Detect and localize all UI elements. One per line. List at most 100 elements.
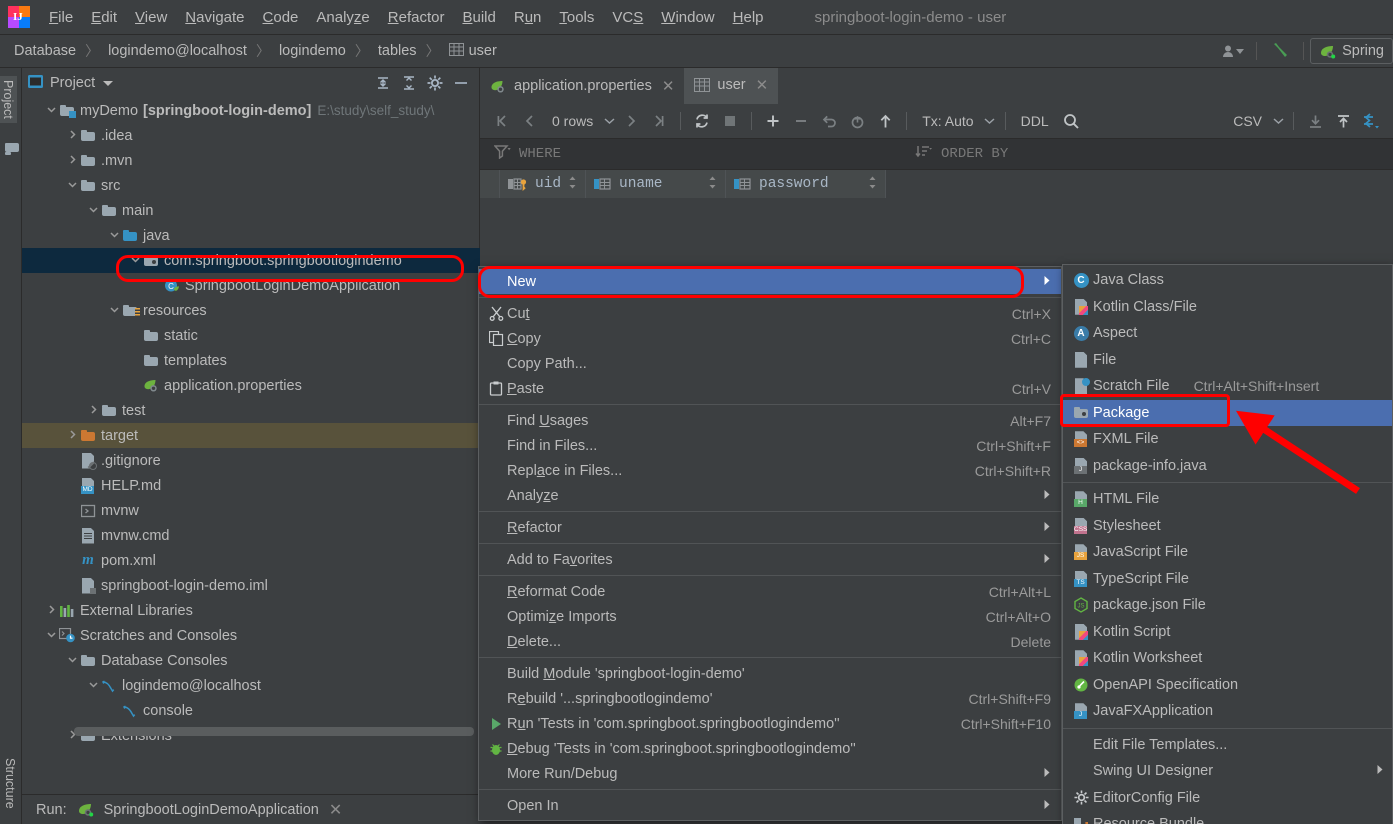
tx-chevron-down-icon[interactable] (982, 108, 998, 134)
revert-selected-icon[interactable] (843, 108, 871, 134)
new-menu-item-typescript-file[interactable]: TSTypeScript File (1063, 566, 1392, 593)
where-filter[interactable]: WHERE (480, 144, 561, 164)
chevron-down-icon[interactable] (86, 204, 100, 218)
new-menu-item-file[interactable]: File (1063, 347, 1392, 374)
row-count-chevron-down-icon[interactable] (601, 108, 617, 134)
tree-node-static[interactable]: static (22, 323, 480, 348)
context-menu-item-cut[interactable]: CutCtrl+X (479, 301, 1061, 326)
menu-code[interactable]: Code (254, 6, 308, 29)
tree-node-test[interactable]: test (22, 398, 480, 423)
tool-window-button-project[interactable]: Project (0, 76, 17, 123)
chevron-down-icon[interactable] (107, 229, 121, 243)
tree-node-logindemo-localhost[interactable]: logindemo@localhost (22, 673, 480, 698)
tree-node-springbootlogindemoapplication[interactable]: CSpringbootLoginDemoApplication (22, 273, 480, 298)
context-menu-item-optimize-imports[interactable]: Optimize ImportsCtrl+Alt+O (479, 604, 1061, 629)
chevron-down-icon[interactable] (103, 81, 113, 86)
new-menu-item-edit-file-templates[interactable]: Edit File Templates... (1063, 732, 1392, 759)
tree-node-application-properties[interactable]: application.properties (22, 373, 480, 398)
new-menu-item-openapi-specification[interactable]: OpenAPI Specification (1063, 672, 1392, 699)
editor-tab-user[interactable]: user✕ (684, 68, 778, 104)
column-sort-icon[interactable] (868, 176, 877, 193)
tree-node--idea[interactable]: .idea (22, 123, 480, 148)
menu-build[interactable]: Build (453, 6, 504, 29)
column-sort-icon[interactable] (568, 176, 577, 193)
settings-gear-icon[interactable] (423, 72, 447, 94)
chevron-right-icon[interactable] (86, 404, 100, 418)
stop-icon[interactable] (716, 108, 744, 134)
context-menu-item-add-to-favorites[interactable]: Add to Favorites (479, 547, 1061, 572)
add-row-icon[interactable] (759, 108, 787, 134)
context-menu-item-find-usages[interactable]: Find UsagesAlt+F7 (479, 408, 1061, 433)
refresh-icon[interactable] (688, 108, 716, 134)
context-menu-item-copy[interactable]: CopyCtrl+C (479, 326, 1061, 351)
menu-window[interactable]: Window (652, 6, 723, 29)
data-extractor-icon[interactable] (1357, 108, 1385, 134)
upload-icon[interactable] (1329, 108, 1357, 134)
new-menu-item-kotlin-script[interactable]: Kotlin Script (1063, 619, 1392, 646)
project-hscrollbar-thumb[interactable] (74, 727, 474, 736)
breadcrumb-tables[interactable]: tables (374, 42, 421, 60)
grid-column-uid[interactable]: uid (500, 170, 586, 198)
export-chevron-down-icon[interactable] (1270, 108, 1286, 134)
ddl-button[interactable]: DDL (1013, 108, 1057, 134)
menu-navigate[interactable]: Navigate (176, 6, 253, 29)
new-menu-item-scratch-file[interactable]: Scratch FileCtrl+Alt+Shift+Insert (1063, 373, 1392, 400)
breadcrumb-logindemo-localhost[interactable]: logindemo@localhost (104, 42, 251, 60)
chevron-right-icon[interactable] (65, 129, 79, 143)
new-menu-item-kotlin-class-file[interactable]: Kotlin Class/File (1063, 294, 1392, 321)
breadcrumb-logindemo[interactable]: logindemo (275, 42, 350, 60)
context-menu-item-find-in-files[interactable]: Find in Files...Ctrl+Shift+F (479, 433, 1061, 458)
menu-help[interactable]: Help (724, 6, 773, 29)
new-menu-item-editorconfig-file[interactable]: EditorConfig File (1063, 785, 1392, 812)
menu-refactor[interactable]: Refactor (379, 6, 454, 29)
new-menu-item-package-json-file[interactable]: JSpackage.json File (1063, 592, 1392, 619)
hammer-build-icon[interactable] (1263, 38, 1297, 64)
new-menu-item-java-class[interactable]: CJava Class (1063, 267, 1392, 294)
context-menu-item-debug-tests-in-com-springboot-springbootlogindemo[interactable]: Debug 'Tests in 'com.springboot.springbo… (479, 736, 1061, 761)
context-menu-item-more-run-debug[interactable]: More Run/Debug (479, 761, 1061, 786)
grid-column-password[interactable]: password (726, 170, 886, 198)
close-icon[interactable]: ✕ (756, 76, 769, 94)
transaction-mode-label[interactable]: Tx: Auto (914, 108, 981, 134)
tree-node-target[interactable]: target (22, 423, 480, 448)
new-submenu[interactable]: CJava ClassKotlin Class/FileAAspectFileS… (1062, 264, 1393, 824)
new-menu-item-fxml-file[interactable]: <>FXML File (1063, 426, 1392, 453)
prev-page-icon[interactable] (516, 108, 544, 134)
tool-window-button-structure[interactable]: Structure (3, 758, 17, 809)
last-page-icon[interactable] (645, 108, 673, 134)
context-menu-item-reformat-code[interactable]: Reformat CodeCtrl+Alt+L (479, 579, 1061, 604)
tree-node-main[interactable]: main (22, 198, 480, 223)
tree-node-templates[interactable]: templates (22, 348, 480, 373)
tree-node-resources[interactable]: resources (22, 298, 480, 323)
tree-node--gitignore[interactable]: .gitignore (22, 448, 480, 473)
context-menu[interactable]: NewCutCtrl+XCopyCtrl+CCopy Path...PasteC… (478, 266, 1062, 821)
chevron-down-icon[interactable] (65, 654, 79, 668)
context-menu-item-copy-path[interactable]: Copy Path... (479, 351, 1061, 376)
tree-node-mydemo[interactable]: myDemo[springboot-login-demo]E:\study\se… (22, 98, 480, 123)
menu-run[interactable]: Run (505, 6, 551, 29)
close-icon[interactable]: ✕ (329, 800, 342, 820)
context-menu-item-new[interactable]: New (479, 269, 1061, 294)
chevron-right-icon[interactable] (44, 604, 58, 618)
menu-vcs[interactable]: VCS (603, 6, 652, 29)
submit-icon[interactable] (871, 108, 899, 134)
spring-run-config-button[interactable]: Spring (1310, 38, 1393, 64)
new-menu-item-package-info-java[interactable]: Jpackage-info.java (1063, 453, 1392, 480)
context-menu-item-refactor[interactable]: Refactor (479, 515, 1061, 540)
row-count-label[interactable]: 0 rows (544, 108, 601, 134)
context-menu-item-run-tests-in-com-springboot-springbootlogindemo[interactable]: Run 'Tests in 'com.springboot.springboot… (479, 711, 1061, 736)
new-menu-item-javascript-file[interactable]: JSJavaScript File (1063, 539, 1392, 566)
tree-node-mvnw[interactable]: mvnw (22, 498, 480, 523)
tree-node-springboot-login-demo-iml[interactable]: springboot-login-demo.iml (22, 573, 480, 598)
context-menu-item-open-in[interactable]: Open In (479, 793, 1061, 818)
download-icon[interactable] (1301, 108, 1329, 134)
close-icon[interactable]: ✕ (662, 77, 675, 95)
context-menu-item-rebuild-springbootlogindemo[interactable]: Rebuild '...springbootlogindemo'Ctrl+Shi… (479, 686, 1061, 711)
context-menu-item-delete[interactable]: Delete...Delete (479, 629, 1061, 654)
chevron-right-icon[interactable] (65, 429, 79, 443)
delete-row-icon[interactable] (787, 108, 815, 134)
hide-panel-icon[interactable] (449, 72, 473, 94)
chevron-down-icon[interactable] (44, 104, 58, 118)
breadcrumb-database[interactable]: Database (10, 42, 80, 60)
revert-icon[interactable] (815, 108, 843, 134)
